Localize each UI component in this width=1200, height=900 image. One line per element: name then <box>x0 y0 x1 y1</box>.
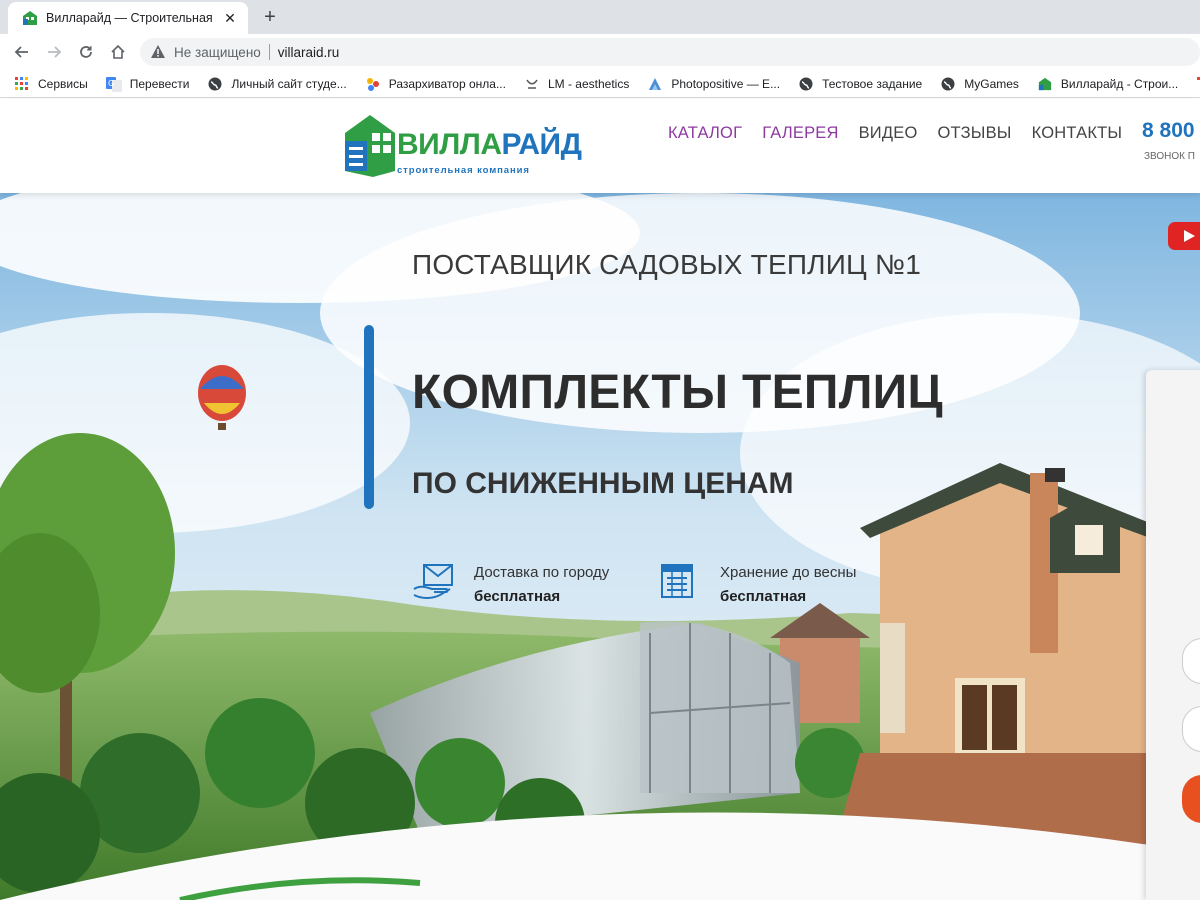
home-icon <box>111 44 125 59</box>
dots-app-icon <box>365 76 381 92</box>
back-arrow-icon <box>14 46 28 58</box>
phone-input[interactable] <box>1182 706 1200 752</box>
photopositive-icon <box>647 76 663 92</box>
bookmark-test-task[interactable]: Тестовое задание <box>798 76 922 92</box>
warning-icon[interactable] <box>150 44 166 60</box>
submit-button[interactable] <box>1182 775 1200 823</box>
bookmark-unarchiver[interactable]: Разархиватор онла... <box>365 76 506 92</box>
omnibox-separator <box>268 44 270 60</box>
bookmark-label: Личный сайт студе... <box>231 76 347 91</box>
apps-grid-icon <box>14 76 30 92</box>
delivery-envelope-icon <box>413 564 453 599</box>
bookmark-label: Вилларайд - Строи... <box>1060 76 1179 91</box>
feature-storage-value: бесплатная <box>720 588 807 605</box>
bookmark-lm-aesthetics[interactable]: LM - aesthetics <box>524 76 629 92</box>
apps-grid-icon <box>1196 76 1200 92</box>
nav-reviews[interactable]: ОТЗЫВЫ <box>937 124 1011 143</box>
nav-catalog[interactable]: КАТАЛОГ <box>668 124 742 143</box>
lm-icon <box>524 76 540 92</box>
new-tab-button[interactable]: + <box>258 6 282 30</box>
bookmark-mygames[interactable]: MyGames <box>940 76 1019 92</box>
address-bar[interactable]: Не защищено villaraid.ru <box>140 38 1200 66</box>
phone-caption: ЗВОНОК П <box>1144 151 1195 162</box>
phone-number[interactable]: 8 800 <box>1142 119 1195 143</box>
home-button[interactable] <box>102 36 134 68</box>
logo-word-raid: РАЙД <box>501 128 582 161</box>
logo-tagline: строительная компания <box>397 165 530 176</box>
bookmark-label: Сервисы <box>38 76 88 91</box>
bookmark-student-site[interactable]: Личный сайт студе... <box>207 76 347 92</box>
bookmark-label: Перевести <box>129 76 190 91</box>
youtube-icon[interactable] <box>1168 222 1200 250</box>
feature-delivery-title: Доставка по городу <box>474 564 610 581</box>
bookmark-photopositive[interactable]: Photopositive — E... <box>647 76 780 92</box>
browser-tab[interactable]: Вилларайд — Строительная ком ✕ <box>8 2 248 34</box>
feature-delivery: Доставка по городу бесплатная <box>412 561 609 609</box>
storage-calendar-icon <box>661 564 693 598</box>
logo-wordmark: ВИЛЛАРАЙД <box>397 128 582 162</box>
globe-icon <box>940 76 956 92</box>
tab-strip: Вилларайд — Строительная ком ✕ + <box>0 0 1200 34</box>
villaraid-favicon-icon <box>1037 76 1053 92</box>
globe-icon <box>798 76 814 92</box>
name-input[interactable] <box>1182 638 1200 684</box>
hero-subline: ПО СНИЖЕННЫМ ЦЕНАМ <box>412 467 794 500</box>
reload-button[interactable] <box>70 36 102 68</box>
feature-storage-title: Хранение до весны <box>720 564 857 581</box>
bookmark-label: LM - aesthetics <box>547 76 630 91</box>
house-logo-icon <box>345 115 395 177</box>
bookmark-label: Photopositive — E... <box>671 76 781 91</box>
globe-icon <box>207 76 223 92</box>
back-button[interactable] <box>6 36 38 68</box>
nav-video[interactable]: ВИДЕО <box>859 124 918 143</box>
svg-text:G: G <box>108 79 114 88</box>
site-header: ВИЛЛАРАЙД строительная компания КАТАЛОГ … <box>0 99 1200 193</box>
tab-title: Вилларайд — Строительная ком <box>46 11 216 25</box>
bookmark-label: Разархиватор онла... <box>388 76 506 91</box>
bookmarks-bar: Сервисы G Перевести Личный сайт студе...… <box>0 70 1200 98</box>
hero-section: ПОСТАВЩИК САДОВЫХ ТЕПЛИЦ №1 КОМПЛЕКТЫ ТЕ… <box>0 193 1200 900</box>
bookmark-villaraid[interactable]: Вилларайд - Строи... <box>1037 76 1178 92</box>
logo-word-villa: ВИЛЛА <box>397 128 502 161</box>
bookmark-label: MyGames <box>964 76 1019 91</box>
bookmark-label: Тестовое задание <box>822 76 923 91</box>
bookmark-translate[interactable]: G Перевести <box>105 76 190 92</box>
tab-close-icon[interactable]: ✕ <box>222 10 238 27</box>
bookmark-services[interactable]: Сервисы <box>14 76 88 92</box>
security-label: Не защищено <box>174 44 261 60</box>
feature-delivery-value: бесплатная <box>474 588 561 605</box>
main-nav: КАТАЛОГ ГАЛЕРЕЯ ВИДЕО ОТЗЫВЫ КОНТАКТЫ <box>668 124 1142 143</box>
bookmark-more[interactable]: У <box>1196 76 1200 92</box>
accent-bar <box>364 325 374 509</box>
forward-arrow-icon <box>48 46 62 58</box>
reload-icon <box>80 46 92 58</box>
nav-gallery[interactable]: ГАЛЕРЕЯ <box>762 124 838 143</box>
hero-eyebrow: ПОСТАВЩИК САДОВЫХ ТЕПЛИЦ №1 <box>412 249 921 280</box>
hero-background-illustration <box>0 193 1200 900</box>
browser-toolbar: Не защищено villaraid.ru <box>0 34 1200 70</box>
url-text: villaraid.ru <box>277 44 340 60</box>
feature-storage: Хранение до весны бесплатная <box>658 561 856 609</box>
villaraid-favicon-icon <box>23 11 37 25</box>
google-translate-icon: G <box>105 76 122 92</box>
forward-button[interactable] <box>38 36 70 68</box>
hero-headline: КОМПЛЕКТЫ ТЕПЛИЦ <box>412 366 943 419</box>
callback-form-panel <box>1146 370 1200 900</box>
nav-contacts[interactable]: КОНТАКТЫ <box>1032 124 1123 143</box>
site-logo[interactable]: ВИЛЛАРАЙД строительная компания <box>345 113 590 177</box>
